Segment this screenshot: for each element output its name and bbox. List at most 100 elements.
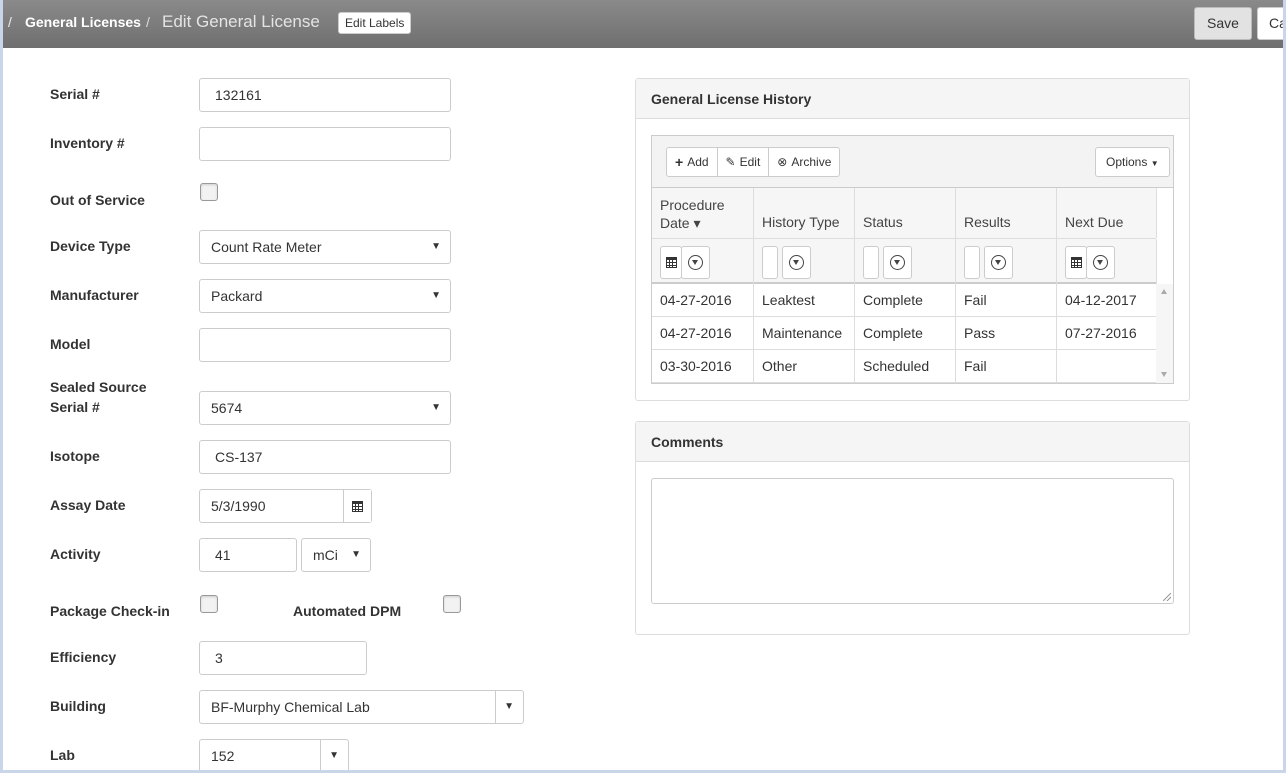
filter-cell-date	[652, 239, 754, 285]
manufacturer-value: Packard	[211, 288, 263, 304]
filter-icon	[1093, 255, 1108, 270]
lab-select[interactable]: 152 ▼	[199, 739, 349, 773]
resize-handle-icon[interactable]	[1163, 593, 1171, 601]
inventory-input[interactable]	[199, 127, 451, 161]
status-filter-button[interactable]	[883, 246, 912, 279]
date-filter-picker[interactable]	[660, 246, 682, 279]
isotope-input[interactable]: CS-137	[199, 440, 451, 474]
package-checkin-checkbox[interactable]	[200, 595, 218, 613]
cell-status: Scheduled	[855, 350, 956, 383]
breadcrumb-separator: /	[8, 14, 12, 30]
scroll-up-icon[interactable]	[1161, 289, 1167, 294]
sealed-source-label: Sealed Source	[50, 379, 147, 395]
caret-down-icon: ▼	[329, 750, 339, 761]
cell-history-type: Leaktest	[754, 284, 855, 317]
sealed-source-label-serial: Serial #	[50, 399, 100, 415]
filter-cell-next-due	[1057, 239, 1157, 285]
save-button[interactable]: Save	[1194, 7, 1252, 40]
column-header-history-type[interactable]: History Type	[754, 188, 855, 238]
sealed-source-select[interactable]: 5674 ▼	[199, 391, 451, 425]
filter-icon	[789, 255, 804, 270]
efficiency-input[interactable]: 3	[199, 641, 367, 675]
package-checkin-label: Package Check-in	[50, 603, 170, 619]
cell-history-type: Maintenance	[754, 317, 855, 350]
add-history-button[interactable]: + Add	[667, 148, 718, 176]
building-select[interactable]: BF-Murphy Chemical Lab ▼	[199, 690, 524, 724]
caret-down-icon: ▼	[504, 701, 514, 712]
cell-next-due: 04-12-2017	[1065, 292, 1137, 308]
caret-down-icon: ▼	[431, 290, 441, 301]
edit-label: Edit	[739, 155, 761, 169]
type-filter-button[interactable]	[782, 246, 811, 279]
table-row[interactable]: 04-27-2016 Leaktest Complete Fail 04-12-…	[652, 284, 1156, 317]
cell-history-type: Other	[754, 350, 855, 383]
scroll-down-icon[interactable]	[1161, 372, 1167, 377]
comments-textarea[interactable]	[651, 478, 1174, 604]
building-value: BF-Murphy Chemical Lab	[211, 699, 370, 715]
cell-procedure-date: 04-27-2016	[652, 284, 754, 317]
filter-cell-status	[855, 239, 956, 285]
out-of-service-label: Out of Service	[50, 192, 145, 208]
caret-down-icon: ▼	[431, 402, 441, 413]
add-label: Add	[687, 155, 709, 169]
table-row[interactable]: 04-27-2016 Maintenance Complete Pass 07-…	[652, 317, 1156, 350]
calendar-icon	[665, 257, 677, 268]
next-due-filter-button[interactable]	[1086, 246, 1115, 279]
device-type-select[interactable]: Count Rate Meter ▼	[199, 230, 451, 264]
top-header: / General Licenses / Edit General Licens…	[3, 0, 1286, 48]
device-type-label: Device Type	[50, 238, 131, 254]
date-filter-button[interactable]	[681, 246, 710, 279]
history-panel: General License History + Add ✎ Edit ⊗ A…	[635, 78, 1190, 401]
column-header-next-due[interactable]: Next Due	[1057, 188, 1157, 238]
activity-input[interactable]: 41	[199, 538, 297, 572]
column-header-status[interactable]: Status	[855, 188, 956, 238]
history-grid-scrollbar[interactable]	[1156, 284, 1173, 383]
next-due-filter-picker[interactable]	[1065, 246, 1087, 279]
automated-dpm-checkbox[interactable]	[443, 595, 461, 613]
procedure-header-line2: Date	[660, 215, 690, 231]
assay-date-input[interactable]: 5/3/1990	[199, 489, 372, 523]
options-dropdown-button[interactable]: Options ▼	[1095, 147, 1170, 177]
history-toolbar: + Add ✎ Edit ⊗ Archive Options ▼	[652, 136, 1173, 188]
edit-labels-button[interactable]: Edit Labels	[338, 12, 412, 34]
assay-date-value: 5/3/1990	[211, 498, 266, 514]
history-panel-title: General License History	[636, 79, 1189, 119]
column-header-procedure-date[interactable]: Procedure Date ▾	[652, 188, 754, 238]
efficiency-label: Efficiency	[50, 649, 117, 665]
isotope-label: Isotope	[50, 448, 100, 464]
filter-cell-results	[956, 239, 1057, 285]
cancel-button[interactable]: Ca	[1257, 7, 1286, 40]
device-type-value: Count Rate Meter	[211, 239, 322, 255]
edit-history-button[interactable]: ✎ Edit	[718, 148, 770, 176]
manufacturer-select[interactable]: Packard ▼	[199, 279, 451, 313]
model-input[interactable]	[199, 328, 451, 362]
building-label: Building	[50, 698, 106, 714]
history-grid: + Add ✎ Edit ⊗ Archive Options ▼ Procedu…	[651, 135, 1174, 384]
building-select-divider	[495, 691, 496, 723]
archive-history-button[interactable]: ⊗ Archive	[769, 148, 839, 176]
plus-icon: +	[675, 154, 684, 170]
status-filter-input[interactable]	[863, 246, 879, 279]
table-row[interactable]: 03-30-2016 Other Scheduled Fail	[652, 350, 1156, 383]
calendar-icon	[352, 500, 363, 512]
filter-cell-type	[754, 239, 855, 285]
column-header-results[interactable]: Results	[956, 188, 1057, 238]
activity-unit-select[interactable]: mCi ▼	[301, 538, 371, 572]
sort-desc-icon: ▾	[693, 215, 701, 231]
lab-select-divider	[320, 740, 321, 772]
type-filter-input[interactable]	[762, 246, 778, 279]
sealed-source-value: 5674	[211, 400, 243, 416]
lab-value: 152	[211, 748, 235, 764]
assay-date-picker-button[interactable]	[343, 490, 371, 522]
results-filter-button[interactable]	[984, 246, 1013, 279]
results-filter-input[interactable]	[964, 246, 980, 279]
out-of-service-checkbox[interactable]	[200, 183, 218, 201]
breadcrumb-general-licenses-link[interactable]: General Licenses	[25, 14, 141, 30]
cell-status: Complete	[855, 284, 956, 317]
serial-input[interactable]: 132161	[199, 78, 451, 112]
comments-panel-title: Comments	[636, 422, 1189, 462]
procedure-header-line1: Procedure	[660, 197, 725, 213]
assay-date-label: Assay Date	[50, 497, 126, 513]
filter-row	[652, 238, 1157, 285]
model-label: Model	[50, 336, 91, 352]
